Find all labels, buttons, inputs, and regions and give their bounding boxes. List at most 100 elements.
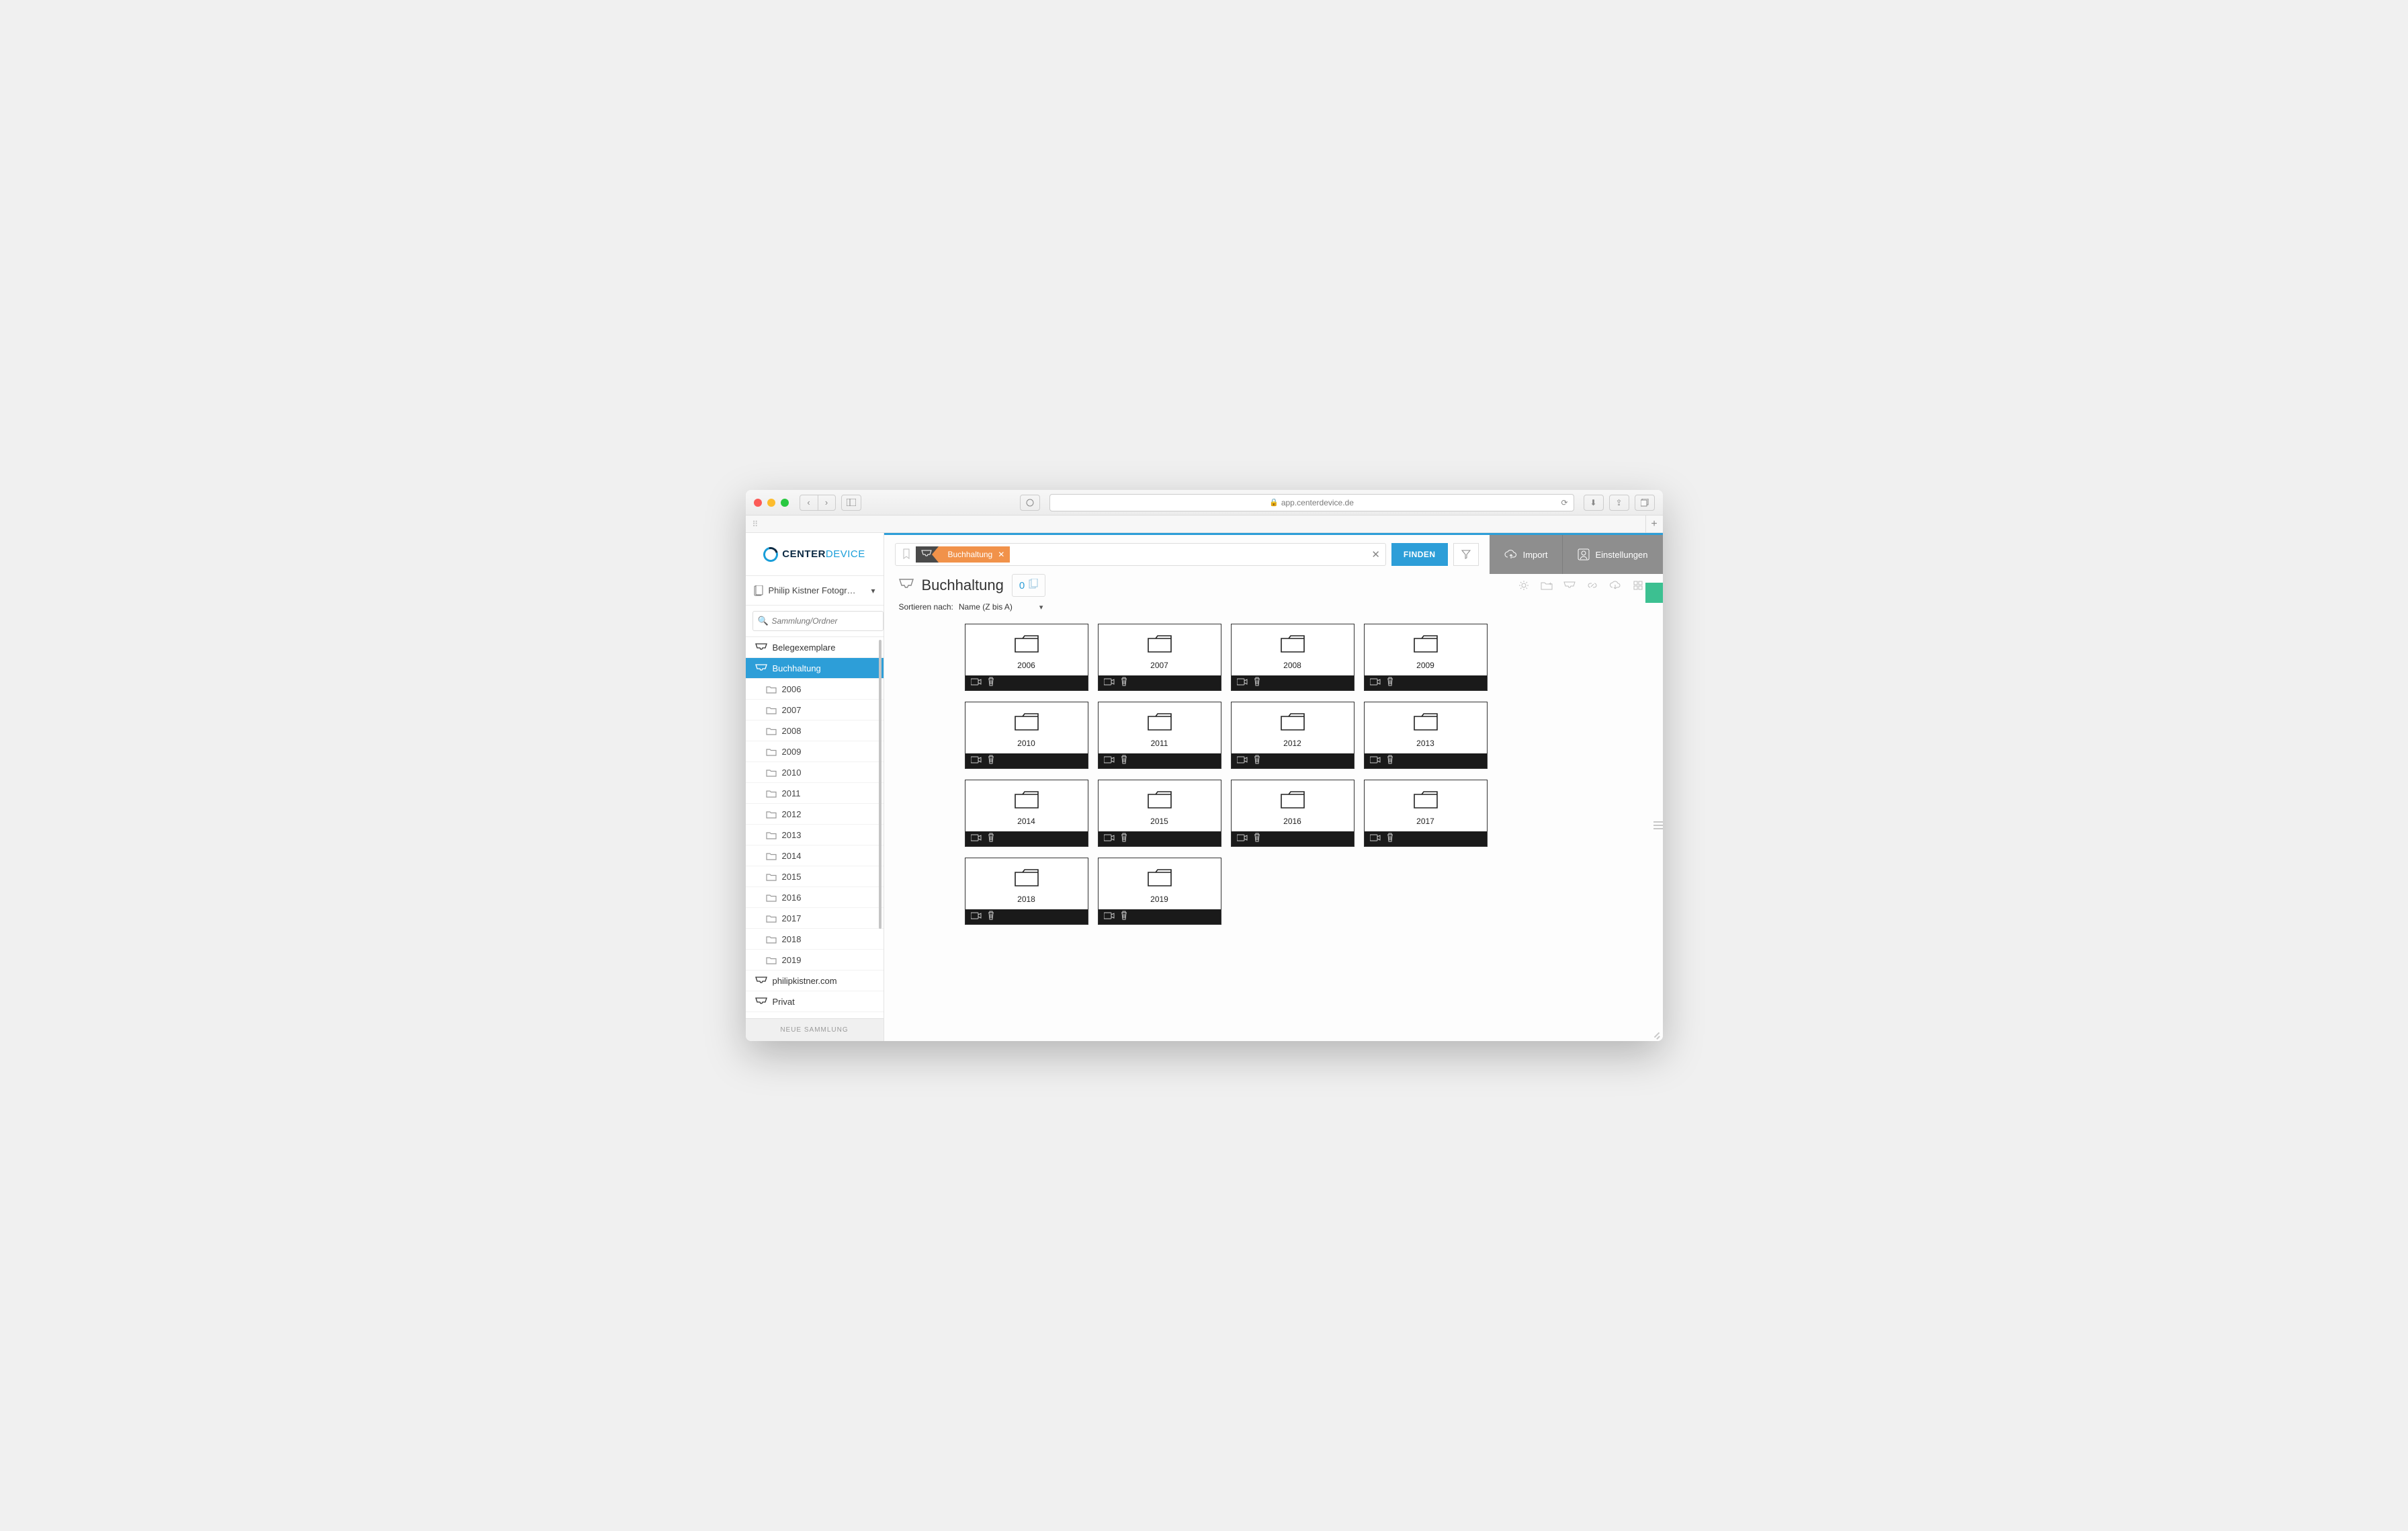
record-icon[interactable] — [1370, 755, 1381, 767]
trash-icon[interactable] — [1386, 677, 1394, 690]
clear-search-icon[interactable]: ✕ — [1371, 548, 1380, 561]
settings-button[interactable]: Einstellungen — [1562, 535, 1662, 574]
logo: CENTERDEVICE — [746, 533, 884, 576]
back-button[interactable]: ‹ — [800, 495, 818, 510]
folder-card[interactable]: 2013 — [1364, 702, 1488, 769]
sidebar-folder[interactable]: 2008 — [746, 720, 884, 741]
new-collection-button[interactable]: NEUE SAMMLUNG — [746, 1018, 884, 1041]
reader-button[interactable] — [1020, 495, 1040, 511]
trash-icon[interactable] — [1386, 755, 1394, 768]
sidebar-folder[interactable]: 2015 — [746, 866, 884, 887]
trash-icon[interactable] — [1120, 911, 1128, 923]
sidebar-item-label: 2012 — [782, 809, 802, 819]
folder-card[interactable]: 2019 — [1098, 858, 1221, 925]
record-icon[interactable] — [1104, 833, 1115, 845]
sidebar-collection[interactable]: philipkistner.com — [746, 970, 884, 991]
gear-icon[interactable] — [1514, 575, 1534, 595]
sidebar-toggle-button[interactable] — [841, 495, 861, 511]
sort-dropdown[interactable]: Name (Z bis A) — [959, 602, 1043, 612]
record-icon[interactable] — [971, 833, 982, 845]
sidebar-folder[interactable]: 2011 — [746, 783, 884, 804]
record-icon[interactable] — [971, 911, 982, 923]
cloud-download-icon[interactable] — [1605, 575, 1625, 595]
sidebar-folder[interactable]: 2006 — [746, 679, 884, 700]
share-button[interactable]: ⇪ — [1609, 495, 1629, 511]
trash-icon[interactable] — [1253, 677, 1261, 690]
trash-icon[interactable] — [987, 755, 995, 768]
record-icon[interactable] — [971, 677, 982, 689]
remove-tag-icon[interactable]: ✕ — [998, 550, 1004, 559]
add-folder-icon[interactable]: + — [1537, 575, 1557, 595]
record-icon[interactable] — [1104, 911, 1115, 923]
folder-card[interactable]: 2006 — [965, 624, 1088, 691]
folder-card[interactable]: 2017 — [1364, 780, 1488, 847]
import-button[interactable]: Import — [1490, 535, 1563, 574]
folder-card[interactable]: 2008 — [1231, 624, 1354, 691]
logo-ring-icon — [761, 544, 781, 564]
folder-card[interactable]: 2014 — [965, 780, 1088, 847]
record-icon[interactable] — [971, 755, 982, 767]
sidebar-search-input[interactable] — [752, 611, 884, 631]
sidebar-folder[interactable]: 2007 — [746, 700, 884, 720]
downloads-button[interactable]: ⬇ — [1584, 495, 1604, 511]
folder-card[interactable]: 2010 — [965, 702, 1088, 769]
trash-icon[interactable] — [987, 833, 995, 845]
window-resize-corner[interactable] — [1651, 1029, 1660, 1038]
folder-icon — [766, 685, 777, 694]
record-icon[interactable] — [1237, 677, 1248, 689]
reload-icon[interactable]: ⟳ — [1561, 498, 1567, 507]
record-icon[interactable] — [1104, 755, 1115, 767]
trash-icon[interactable] — [1386, 833, 1394, 845]
folder-card[interactable]: 2018 — [965, 858, 1088, 925]
sidebar-folder[interactable]: 2009 — [746, 741, 884, 762]
sidebar-folder[interactable]: 2019 — [746, 950, 884, 970]
sidebar-collection[interactable]: Privat — [746, 991, 884, 1012]
record-icon[interactable] — [1370, 833, 1381, 845]
url-bar[interactable]: 🔒 app.centerdevice.de ⟳ — [1049, 494, 1574, 511]
sidebar-folder[interactable]: 2013 — [746, 825, 884, 845]
trash-icon[interactable] — [1120, 755, 1128, 768]
sidebar-folder[interactable]: 2016 — [746, 887, 884, 908]
trash-icon[interactable] — [1253, 833, 1261, 845]
global-search-box[interactable]: Buchhaltung ✕ ✕ — [895, 543, 1386, 566]
folder-card[interactable]: 2009 — [1364, 624, 1488, 691]
sidebar-folder[interactable]: 2014 — [746, 845, 884, 866]
folder-card[interactable]: 2016 — [1231, 780, 1354, 847]
sidebar-collection[interactable]: Buchhaltung — [746, 658, 884, 679]
right-panel-tab[interactable] — [1645, 583, 1663, 603]
filter-button[interactable] — [1453, 543, 1479, 566]
forward-button[interactable]: › — [818, 495, 835, 510]
zoom-window-button[interactable] — [781, 499, 789, 507]
workspace-selector[interactable]: Philip Kistner Fotogr… ▾ — [746, 576, 884, 606]
minimize-window-button[interactable] — [767, 499, 775, 507]
link-icon[interactable] — [1582, 575, 1602, 595]
folder-card[interactable]: 2007 — [1098, 624, 1221, 691]
trash-icon[interactable] — [987, 677, 995, 690]
inbox-icon[interactable] — [1559, 575, 1580, 595]
search-tag[interactable]: Buchhaltung ✕ — [939, 546, 1010, 563]
record-icon[interactable] — [1370, 677, 1381, 689]
resize-handle[interactable] — [1656, 788, 1663, 862]
folder-card[interactable]: 2011 — [1098, 702, 1221, 769]
record-icon[interactable] — [1104, 677, 1115, 689]
trash-icon[interactable] — [987, 911, 995, 923]
sidebar-folder[interactable]: 2010 — [746, 762, 884, 783]
sidebar-folder[interactable]: 2018 — [746, 929, 884, 950]
trash-icon[interactable] — [1253, 755, 1261, 768]
sidebar-folder[interactable]: 2017 — [746, 908, 884, 929]
folder-card[interactable]: 2015 — [1098, 780, 1221, 847]
document-count-box[interactable]: 0 — [1012, 574, 1045, 597]
bookmark-icon[interactable] — [900, 548, 913, 561]
record-icon[interactable] — [1237, 833, 1248, 845]
close-window-button[interactable] — [754, 499, 762, 507]
tabs-button[interactable] — [1635, 495, 1655, 511]
sidebar-collection[interactable]: Belegexemplare — [746, 637, 884, 658]
record-icon[interactable] — [1237, 755, 1248, 767]
scrollbar[interactable] — [879, 640, 882, 929]
trash-icon[interactable] — [1120, 677, 1128, 690]
sidebar-folder[interactable]: 2012 — [746, 804, 884, 825]
find-button[interactable]: FINDEN — [1391, 543, 1448, 566]
trash-icon[interactable] — [1120, 833, 1128, 845]
new-tab-button[interactable]: + — [1645, 515, 1663, 533]
folder-card[interactable]: 2012 — [1231, 702, 1354, 769]
